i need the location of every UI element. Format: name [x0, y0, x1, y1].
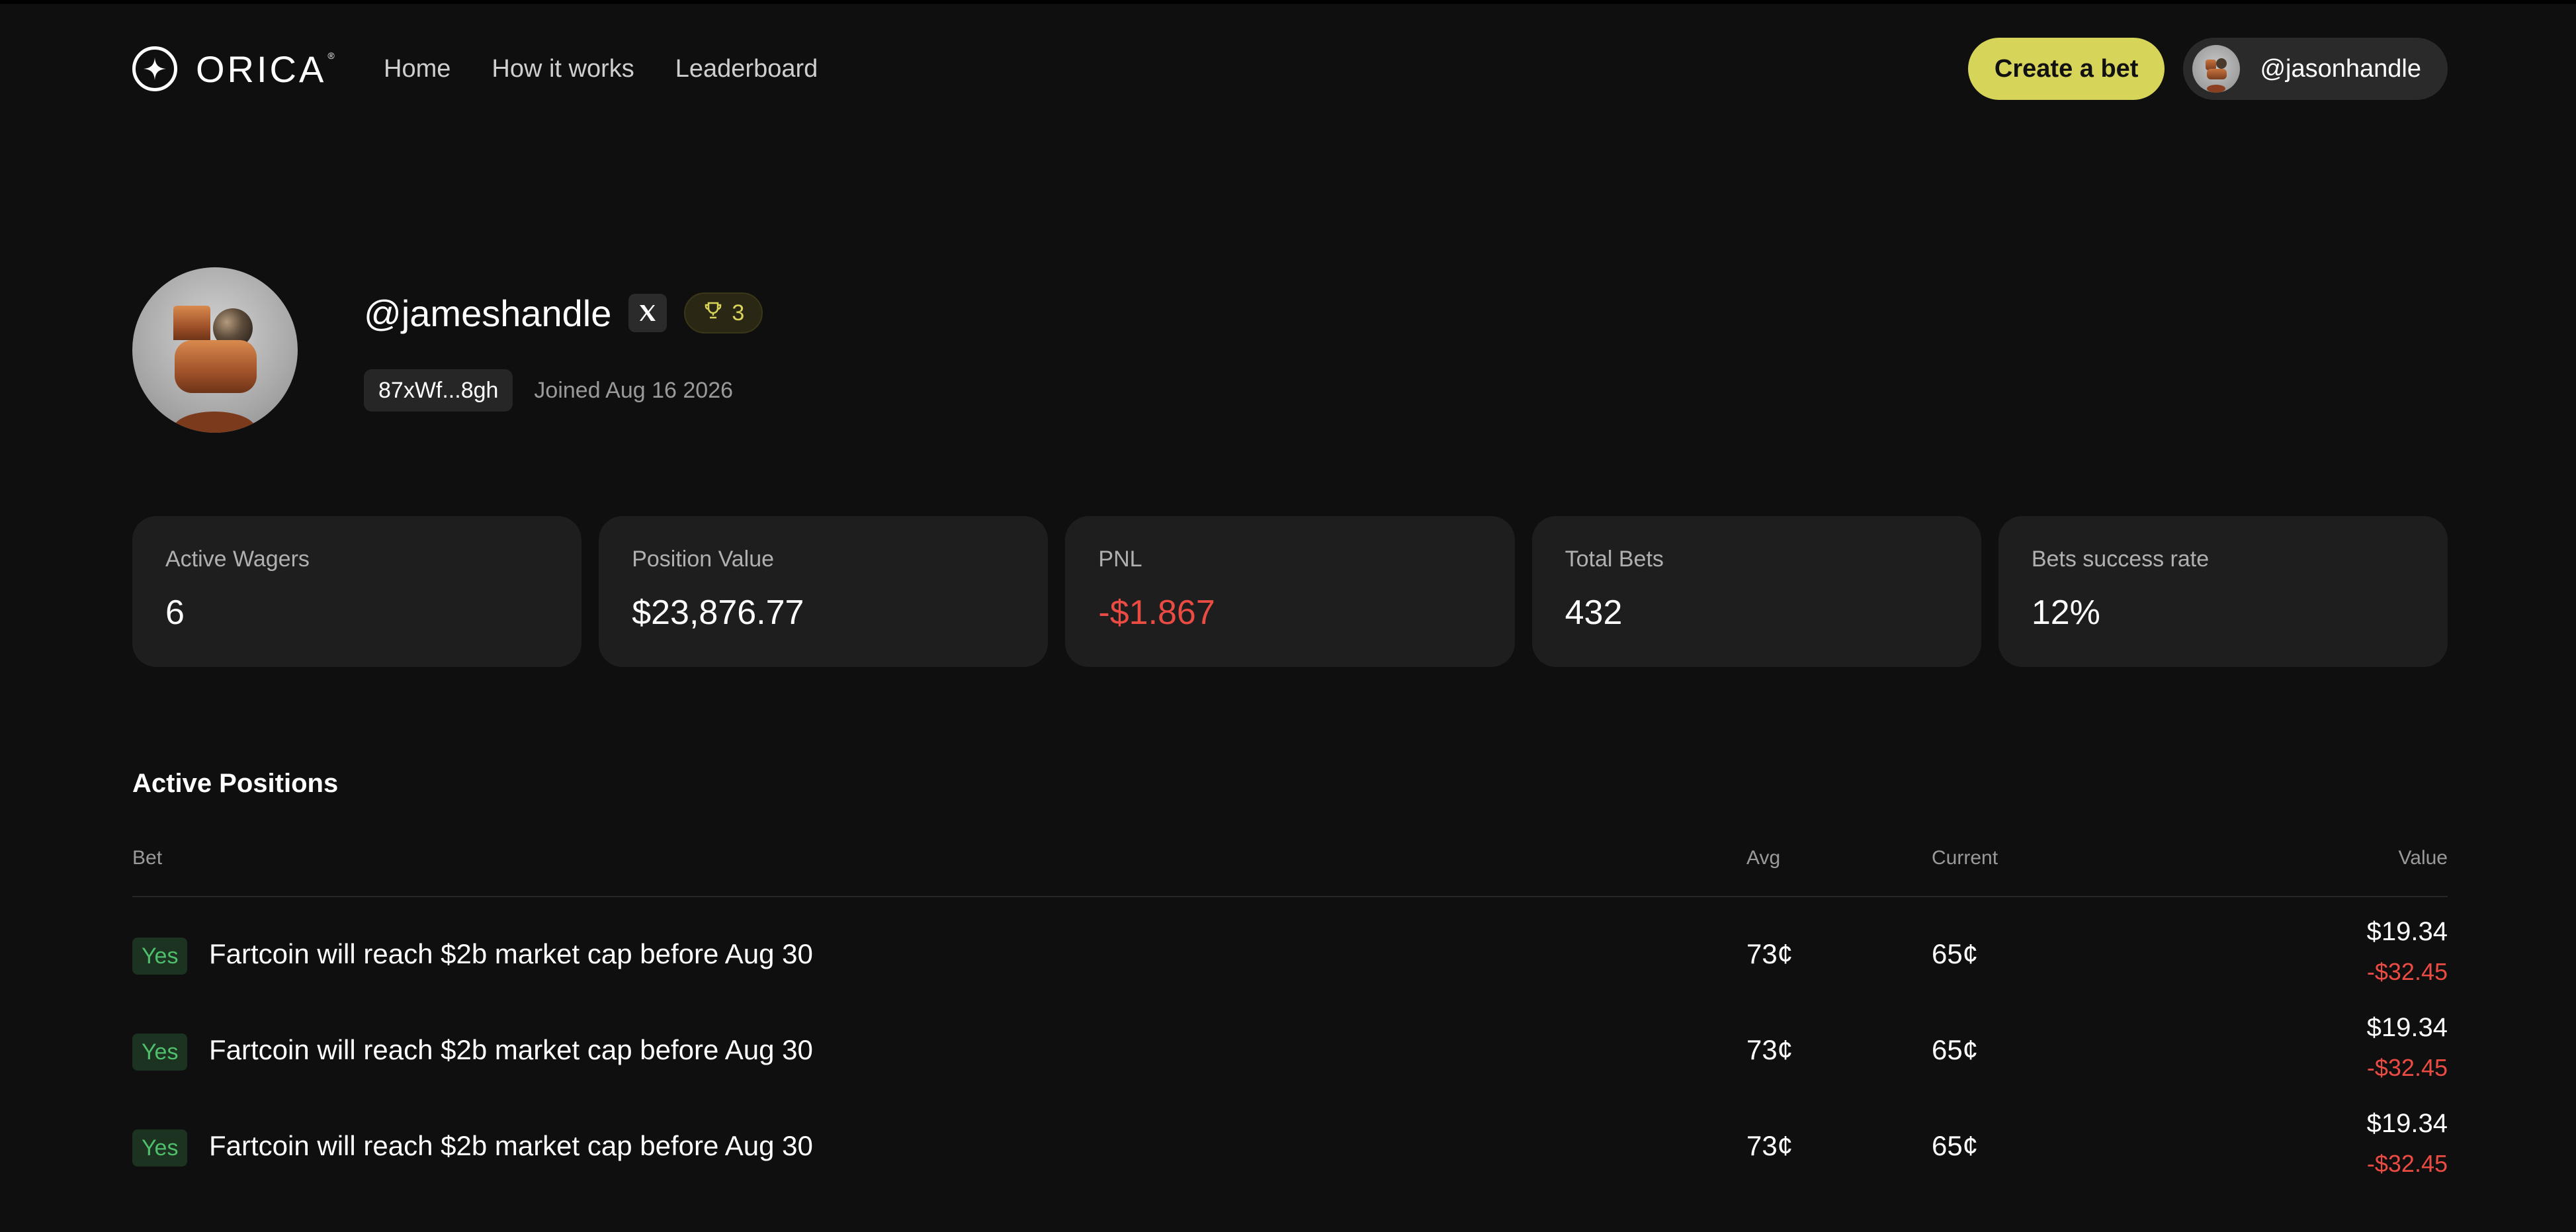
positions-table: Bet Avg Current Value Yes Fartcoin will …	[132, 847, 2448, 1185]
section-title-active-positions: Active Positions	[132, 769, 339, 798]
current-price: 65¢	[1932, 1034, 1979, 1065]
stats-row: Active Wagers 6 Position Value $23,876.7…	[132, 516, 2448, 667]
column-header-avg: Avg	[1746, 847, 1781, 869]
user-handle: @jasonhandle	[2260, 54, 2421, 83]
stat-label: Position Value	[632, 547, 775, 572]
column-header-value: Value	[2398, 847, 2448, 869]
stat-card-pnl: PNL -$1.867	[1065, 516, 1515, 667]
stat-value: 6	[165, 594, 185, 632]
stat-value: $23,876.77	[632, 594, 804, 632]
top-nav: ORICA ® Home How it works Leaderboard Cre…	[132, 37, 2448, 101]
registered-mark: ®	[327, 50, 337, 61]
nav-links: Home How it works Leaderboard	[384, 37, 818, 101]
bet-title[interactable]: Fartcoin will reach $2b market cap befor…	[209, 1130, 813, 1162]
avg-price: 73¢	[1746, 938, 1793, 969]
profile-header: @jameshandle 3 87xWf...8gh Joined Aug 16…	[132, 267, 2448, 433]
avg-price: 73¢	[1746, 1034, 1793, 1065]
profile-handle: @jameshandle	[364, 292, 612, 334]
position-value: $19.34	[2366, 1109, 2448, 1138]
table-row[interactable]: Yes Fartcoin will reach $2b market cap b…	[132, 1089, 2448, 1185]
profile-avatar	[132, 267, 298, 433]
user-avatar	[2192, 45, 2241, 93]
wallet-address[interactable]: 87xWf...8gh	[364, 369, 513, 412]
column-header-bet: Bet	[132, 847, 163, 869]
user-menu[interactable]: @jasonhandle	[2183, 38, 2448, 100]
avg-price: 73¢	[1746, 1130, 1793, 1161]
nav-actions: Create a bet @jasonhandle	[1967, 37, 2448, 101]
stat-value: 432	[1565, 594, 1623, 632]
profile-meta: 87xWf...8gh Joined Aug 16 2026	[364, 369, 733, 412]
x-logo-icon[interactable]	[628, 294, 667, 332]
column-header-current: Current	[1932, 847, 1998, 869]
stat-card-position-value: Position Value $23,876.77	[599, 516, 1049, 667]
handle-row: @jameshandle 3	[364, 291, 763, 335]
table-row[interactable]: Yes Fartcoin will reach $2b market cap b…	[132, 897, 2448, 993]
stat-label: Bets success rate	[2031, 547, 2210, 572]
nav-link-home[interactable]: Home	[384, 55, 451, 83]
stat-value: 12%	[2031, 594, 2100, 632]
side-badge: Yes	[132, 1129, 188, 1166]
sparkle-circle-icon	[132, 46, 177, 91]
stat-value: -$1.867	[1098, 594, 1215, 632]
position-change: -$32.45	[2366, 1054, 2448, 1081]
trophy-count: 3	[732, 300, 745, 326]
trophy-icon	[703, 300, 724, 327]
stat-label: Active Wagers	[165, 547, 310, 572]
nav-link-leaderboard[interactable]: Leaderboard	[675, 55, 818, 83]
create-bet-button[interactable]: Create a bet	[1967, 38, 2165, 100]
top-border	[0, 0, 2576, 4]
stat-label: Total Bets	[1565, 547, 1664, 572]
side-badge: Yes	[132, 1034, 188, 1071]
position-value: $19.34	[2366, 1013, 2448, 1042]
current-price: 65¢	[1932, 938, 1979, 969]
bet-title[interactable]: Fartcoin will reach $2b market cap befor…	[209, 1034, 813, 1066]
trophy-badge: 3	[684, 292, 763, 333]
stat-label: PNL	[1098, 547, 1142, 572]
bet-title[interactable]: Fartcoin will reach $2b market cap befor…	[209, 938, 813, 970]
position-value: $19.34	[2366, 917, 2448, 946]
brand-name: ORICA ®	[196, 48, 337, 90]
joined-date: Joined Aug 16 2026	[534, 377, 734, 403]
stat-card-success-rate: Bets success rate 12%	[1998, 516, 2448, 667]
nav-link-how-it-works[interactable]: How it works	[492, 55, 634, 83]
stat-card-active-wagers: Active Wagers 6	[132, 516, 582, 667]
table-header: Bet Avg Current Value	[132, 847, 2448, 897]
position-change: -$32.45	[2366, 1150, 2448, 1177]
current-price: 65¢	[1932, 1130, 1979, 1161]
brand-logo[interactable]: ORICA ®	[132, 46, 337, 91]
stat-card-total-bets: Total Bets 432	[1531, 516, 1981, 667]
table-row[interactable]: Yes Fartcoin will reach $2b market cap b…	[132, 993, 2448, 1089]
position-change: -$32.45	[2366, 958, 2448, 985]
side-badge: Yes	[132, 938, 188, 975]
